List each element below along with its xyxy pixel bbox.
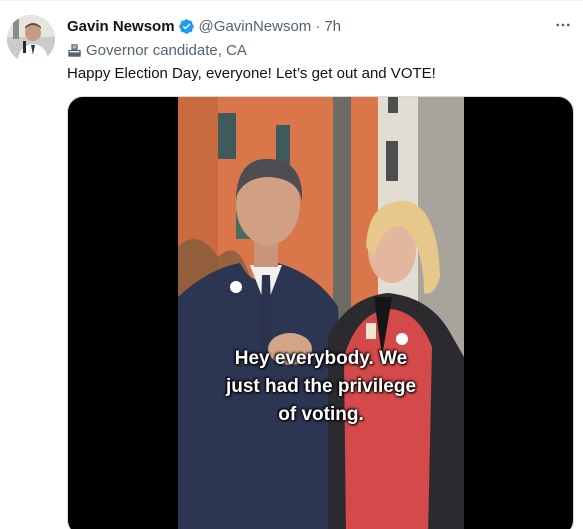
tweet-video[interactable]: Hey everybody. We just had the privilege… — [67, 96, 574, 529]
tweet-text: Happy Election Day, everyone! Let’s get … — [67, 65, 436, 82]
tweet-timestamp[interactable]: 7h — [324, 18, 341, 35]
video-scene — [178, 97, 464, 529]
author-avatar[interactable] — [7, 15, 55, 63]
header-separator: · — [315, 17, 321, 35]
top-divider — [0, 0, 583, 1]
video-frame[interactable]: Hey everybody. We just had the privilege… — [178, 97, 464, 529]
more-horizontal-icon — [556, 23, 570, 27]
candidate-label[interactable]: Governor candidate, CA — [67, 40, 247, 60]
author-name[interactable]: Gavin Newsom — [67, 18, 175, 35]
video-caption: Hey everybody. We just had the privilege… — [178, 345, 464, 429]
more-options-button[interactable] — [550, 14, 576, 36]
verified-badge-icon — [178, 18, 195, 35]
ballot-box-icon — [68, 43, 81, 57]
candidate-label-text: Governor candidate, CA — [86, 41, 247, 59]
tweet-header: Gavin Newsom @GavinNewsom · 7h — [67, 15, 543, 37]
author-handle[interactable]: @GavinNewsom — [199, 18, 312, 35]
caption-line: just had the privilege — [225, 376, 417, 397]
caption-line: Hey everybody. We — [234, 348, 408, 369]
avatar-image — [7, 15, 55, 63]
caption-line: of voting. — [278, 404, 364, 425]
